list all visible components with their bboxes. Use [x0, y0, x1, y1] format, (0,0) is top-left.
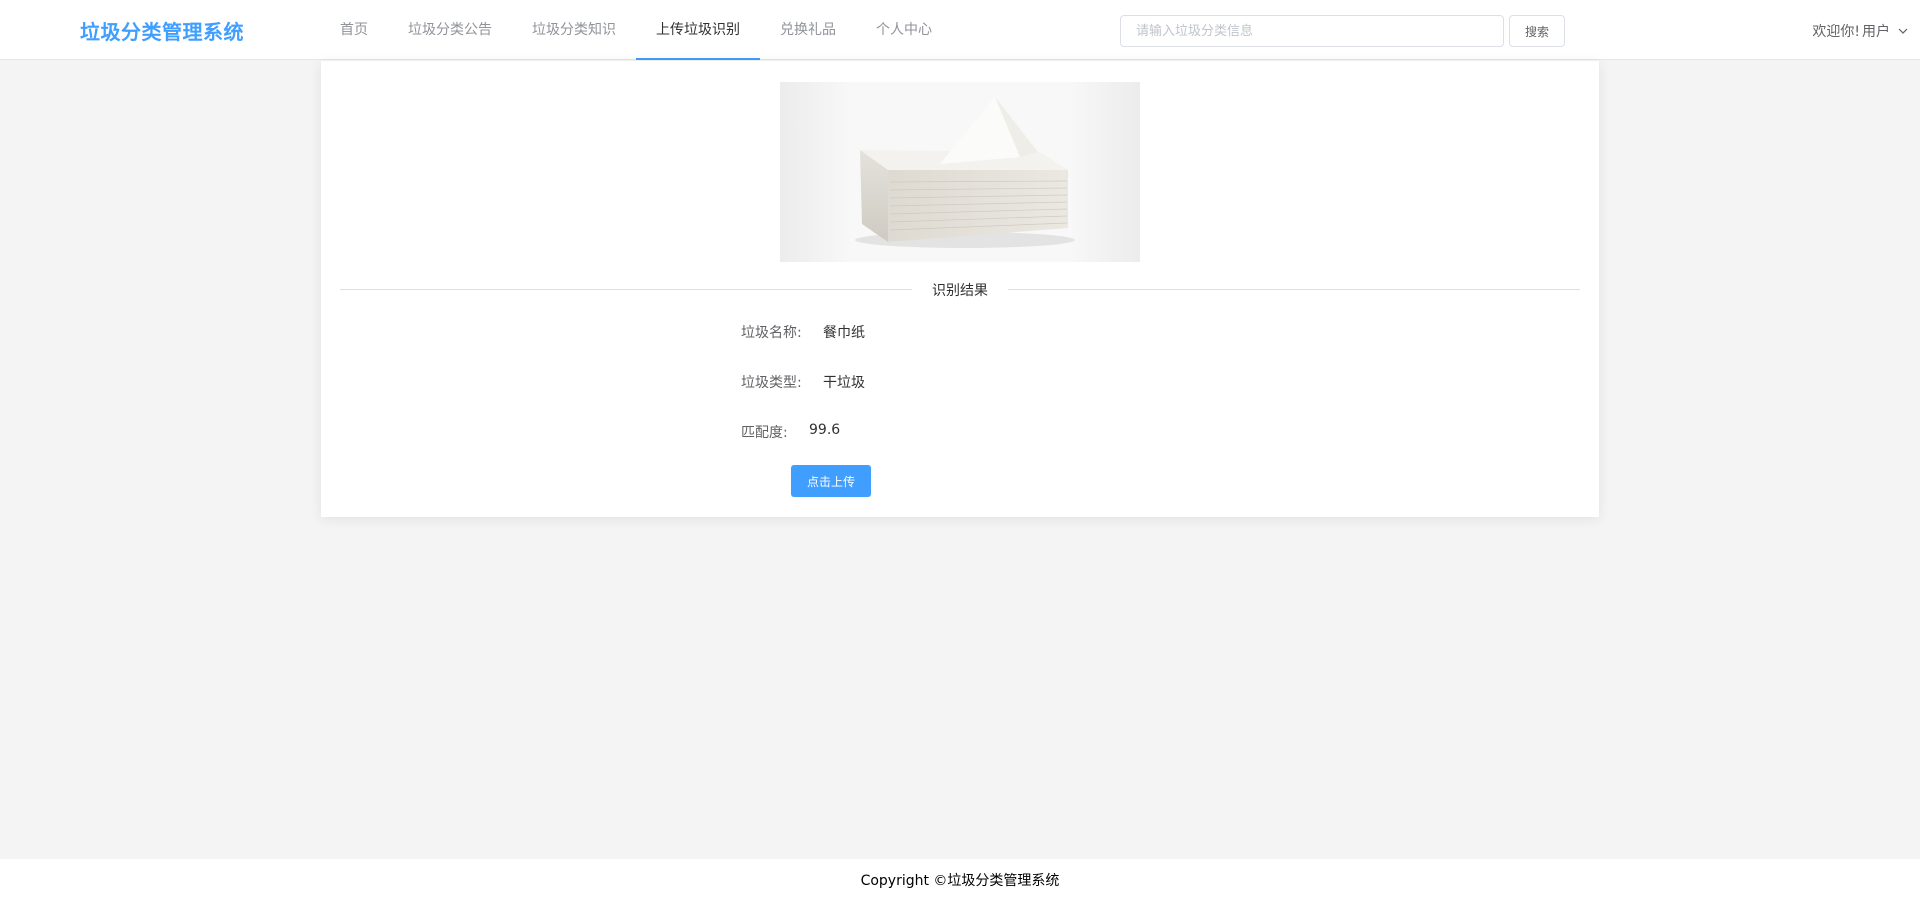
page-footer: Copyright ©垃圾分类管理系统: [0, 859, 1920, 919]
nav-item-announcements[interactable]: 垃圾分类公告: [388, 0, 512, 60]
search-button[interactable]: 搜索: [1509, 15, 1565, 47]
match-score-row: 匹配度:: [741, 422, 788, 442]
match-score-label: 匹配度:: [741, 425, 788, 441]
copyright-text: Copyright ©垃圾分类管理系统: [860, 873, 1060, 889]
match-score-value: 99.6: [809, 422, 841, 438]
nav-item-gift-exchange[interactable]: 兑换礼品: [760, 0, 856, 60]
garbage-type-row: 垃圾类型:: [741, 372, 802, 392]
garbage-name-value-wrap: 餐巾纸: [823, 322, 865, 342]
garbage-name-value: 餐巾纸: [823, 325, 865, 341]
garbage-name-label: 垃圾名称:: [741, 325, 802, 341]
top-header: 垃圾分类管理系统 首页 垃圾分类公告 垃圾分类知识 上传垃圾识别 兑换礼品 个人…: [0, 0, 1920, 60]
chevron-down-icon[interactable]: [1898, 26, 1908, 36]
welcome-text: 欢迎你!: [1812, 24, 1860, 40]
user-menu[interactable]: 欢迎你! 用户: [1812, 21, 1908, 41]
search-input[interactable]: [1120, 15, 1504, 47]
upload-button[interactable]: 点击上传: [791, 465, 871, 497]
garbage-type-value-wrap: 干垃圾: [823, 372, 865, 392]
recognition-card: 识别结果 垃圾名称: 餐巾纸 垃圾类型: 干垃圾 匹配度: 99.6 点击上传: [321, 61, 1599, 517]
garbage-name-row: 垃圾名称:: [741, 322, 802, 342]
user-name[interactable]: 用户: [1862, 21, 1890, 41]
result-section-title: 识别结果: [321, 280, 1599, 300]
match-score-value-wrap: 99.6: [809, 422, 840, 438]
uploaded-garbage-image: [780, 82, 1140, 262]
main-nav: 首页 垃圾分类公告 垃圾分类知识 上传垃圾识别 兑换礼品 个人中心: [320, 0, 952, 60]
nav-item-upload-recognition[interactable]: 上传垃圾识别: [636, 0, 760, 60]
app-logo[interactable]: 垃圾分类管理系统: [80, 16, 244, 45]
nav-item-home[interactable]: 首页: [320, 0, 388, 60]
garbage-type-label: 垃圾类型:: [741, 375, 802, 391]
nav-item-knowledge[interactable]: 垃圾分类知识: [512, 0, 636, 60]
garbage-type-value: 干垃圾: [823, 375, 865, 391]
nav-item-personal-center[interactable]: 个人中心: [856, 0, 952, 60]
